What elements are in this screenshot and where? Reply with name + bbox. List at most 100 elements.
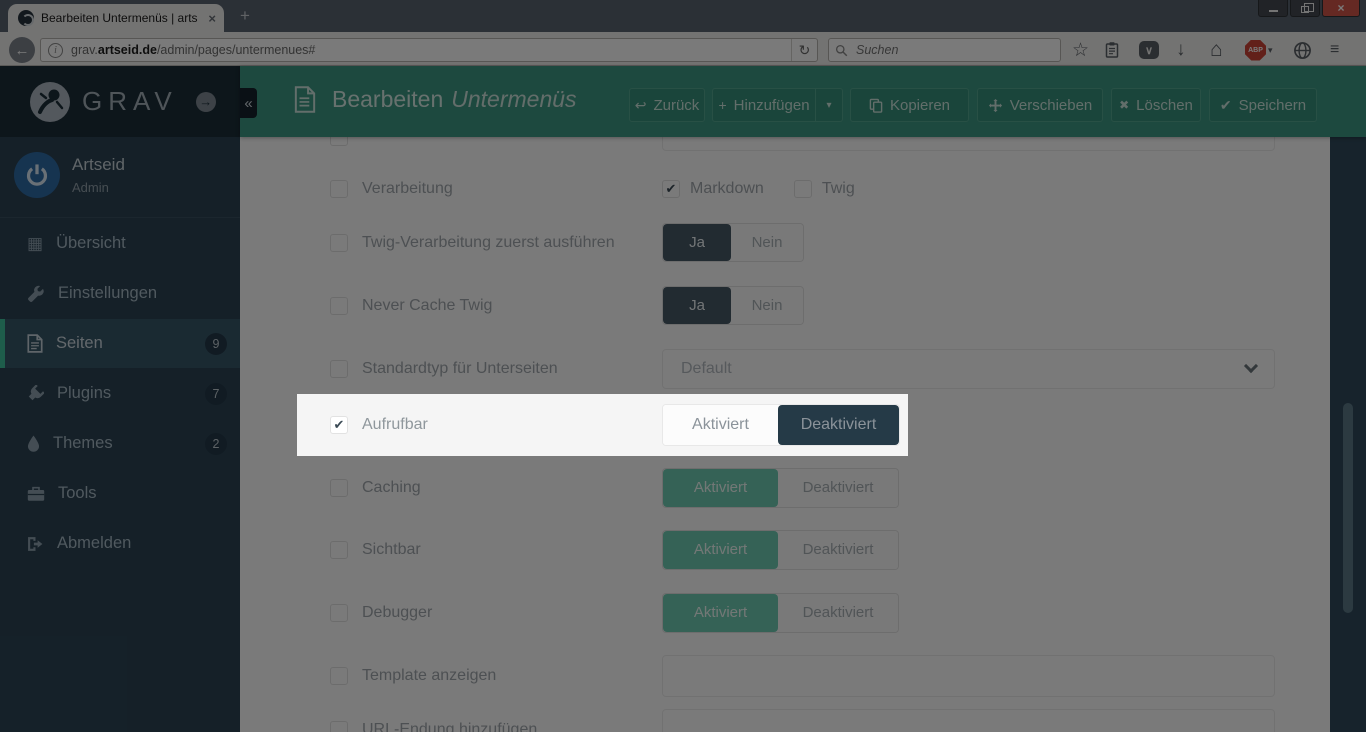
field-label: Debugger	[362, 604, 662, 622]
search-input[interactable]	[854, 42, 1054, 58]
sidebar-item-tools[interactable]: Tools	[0, 469, 240, 518]
window-close-button[interactable]: ×	[1322, 0, 1360, 17]
sidebar-item-plugins[interactable]: Plugins 7	[0, 369, 240, 418]
url-domain: artseid.de	[98, 43, 157, 57]
toggle-option-aktiviert[interactable]: Aktiviert	[663, 405, 778, 445]
zurueck-button[interactable]: ↩ Zurück	[629, 88, 705, 122]
checkbox[interactable]	[330, 360, 348, 378]
kopieren-button[interactable]: Kopieren	[850, 88, 969, 122]
grav-wordmark: GRAV	[82, 86, 178, 117]
form-row-debugger: Debugger Aktiviert Deaktiviert	[240, 581, 1330, 644]
caret-down-icon: ▾	[826, 100, 831, 111]
form-row-twig-zuerst: Twig-Verarbeitung zuerst ausführen Ja Ne…	[240, 211, 1330, 274]
checkbox-label: Twig	[822, 180, 855, 198]
briefcase-icon	[27, 486, 45, 502]
checkbox[interactable]	[330, 721, 348, 732]
sidebar-item-themes[interactable]: Themes 2	[0, 419, 240, 468]
toggle-option-nein[interactable]: Nein	[731, 287, 803, 324]
sidebar-item-abmelden[interactable]: Abmelden	[0, 519, 240, 568]
hinzufuegen-caret-button[interactable]: ▾	[816, 88, 843, 122]
url-path: /admin/pages/untermenues#	[157, 43, 315, 57]
checkbox-markdown[interactable]: ✔	[662, 180, 680, 198]
toggle-group: Aktiviert Deaktiviert	[662, 404, 900, 446]
scrollbar-track	[1330, 137, 1366, 732]
page-icon	[294, 86, 316, 113]
speichern-button[interactable]: ✔ Speichern	[1209, 88, 1317, 122]
checkbox[interactable]	[330, 479, 348, 497]
droplet-icon	[27, 435, 40, 452]
checkmark-icon: ✔	[666, 181, 677, 197]
adblock-icon[interactable]: ABP ▾	[1245, 39, 1273, 61]
toggle-group: Aktiviert Deaktiviert	[662, 593, 899, 633]
move-icon	[988, 98, 1003, 113]
wrench-icon	[27, 285, 45, 303]
screen: Bearbeiten Untermenüs | arts × + × ← i g…	[0, 0, 1366, 732]
sidebar-item-uebersicht[interactable]: ▦ Übersicht	[0, 219, 240, 268]
scrollbar-thumb[interactable]	[1343, 403, 1353, 613]
text-input[interactable]	[662, 709, 1275, 732]
checkbox[interactable]	[330, 180, 348, 198]
sidebar-collapse-button[interactable]: «	[240, 88, 257, 118]
url-bar[interactable]: i grav.artseid.de/admin/pages/untermenue…	[40, 38, 818, 62]
site-info-icon[interactable]: i	[48, 43, 63, 58]
field-label: URL-Endung hinzufügen	[362, 721, 662, 732]
sidebar: Artseid Admin ▦ Übersicht Einstellungen …	[0, 66, 240, 732]
logo-arrow-icon[interactable]: →	[196, 92, 216, 112]
toggle-group: Ja Nein	[662, 286, 804, 325]
pocket-icon[interactable]: ∨	[1139, 39, 1159, 61]
sidebar-item-einstellungen[interactable]: Einstellungen	[0, 269, 240, 318]
back-button[interactable]: ←	[9, 37, 35, 63]
toggle-option-aktiviert[interactable]: Aktiviert	[663, 531, 778, 569]
toggle-option-ja[interactable]: Ja	[663, 224, 731, 261]
text-input[interactable]	[662, 655, 1275, 697]
toggle-option-deaktiviert[interactable]: Deaktiviert	[778, 405, 899, 445]
globe-icon[interactable]	[1293, 39, 1312, 61]
browser-tab[interactable]: Bearbeiten Untermenüs | arts ×	[8, 4, 224, 32]
sidebar-item-seiten[interactable]: Seiten 9	[0, 319, 240, 368]
checkbox[interactable]	[330, 667, 348, 685]
toggle-option-aktiviert[interactable]: Aktiviert	[663, 594, 778, 632]
home-icon[interactable]: ⌂	[1210, 39, 1223, 61]
toggle-option-ja[interactable]: Ja	[663, 287, 731, 324]
new-tab-button[interactable]: +	[240, 6, 250, 26]
page-title: Bearbeiten Untermenüs	[294, 86, 577, 113]
tab-close-icon[interactable]: ×	[208, 11, 216, 26]
form-row-sichtbar: Sichtbar Aktiviert Deaktiviert	[240, 518, 1330, 581]
field-label: Template anzeigen	[362, 667, 662, 685]
sidebar-divider	[0, 217, 240, 218]
grid-icon: ▦	[27, 234, 43, 254]
checkbox[interactable]	[330, 234, 348, 252]
checkbox[interactable]	[330, 541, 348, 559]
toggle-option-deaktiviert[interactable]: Deaktiviert	[778, 469, 898, 507]
reload-icon[interactable]: ↻	[791, 39, 817, 61]
bookmark-star-icon[interactable]: ☆	[1072, 39, 1089, 61]
plug-icon	[27, 385, 44, 402]
url-subdomain: grav.	[71, 43, 98, 57]
title-italic: Untermenüs	[451, 86, 576, 113]
hinzufuegen-button[interactable]: + Hinzufügen	[712, 88, 816, 122]
checkbox-twig[interactable]	[794, 180, 812, 198]
loeschen-button[interactable]: ✖ Löschen	[1111, 88, 1201, 122]
checkbox-aufrufbar[interactable]: ✔	[330, 416, 348, 434]
verschieben-button[interactable]: Verschieben	[977, 88, 1103, 122]
menu-icon[interactable]: ≡	[1330, 39, 1339, 61]
avatar	[14, 152, 60, 198]
checkbox[interactable]	[330, 604, 348, 622]
downloads-icon[interactable]: ↓	[1176, 39, 1186, 61]
select-standardtyp[interactable]: Default	[662, 349, 1275, 389]
window-restore-button[interactable]	[1290, 0, 1320, 17]
delete-icon: ✖	[1119, 99, 1129, 111]
toggle-option-deaktiviert[interactable]: Deaktiviert	[778, 594, 898, 632]
toggle-option-deaktiviert[interactable]: Deaktiviert	[778, 531, 898, 569]
form-row-standardtyp: Standardtyp für Unterseiten Default	[240, 337, 1330, 400]
form-row-never-cache-twig: Never Cache Twig Ja Nein	[240, 274, 1330, 337]
window-minimize-button[interactable]	[1258, 0, 1288, 17]
search-bar[interactable]	[828, 38, 1061, 62]
window-titlebar: Bearbeiten Untermenüs | arts × + ×	[0, 0, 1366, 32]
field-label: Standardtyp für Unterseiten	[362, 360, 662, 378]
toggle-option-nein[interactable]: Nein	[731, 224, 803, 261]
checkbox[interactable]	[330, 297, 348, 315]
back-curved-icon: ↩	[635, 98, 647, 112]
toggle-option-aktiviert[interactable]: Aktiviert	[663, 469, 778, 507]
clipboard-icon[interactable]	[1104, 39, 1120, 61]
